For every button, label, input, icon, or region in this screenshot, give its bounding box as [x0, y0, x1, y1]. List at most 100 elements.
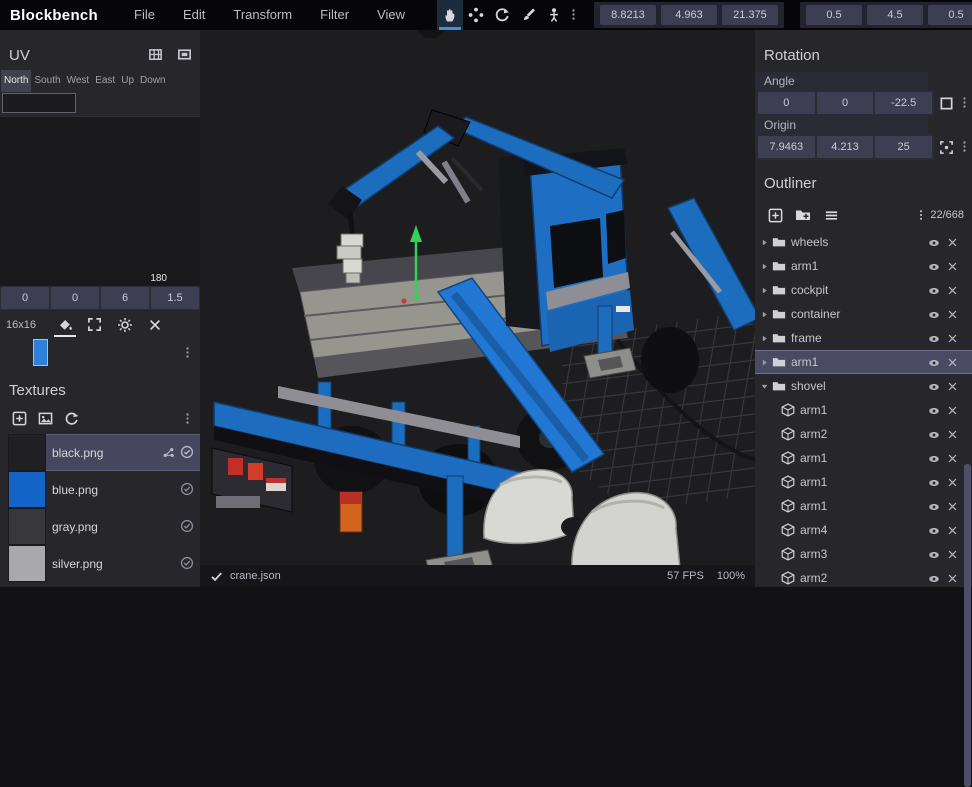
delete-x-icon[interactable]	[947, 427, 958, 441]
visibility-eye-icon[interactable]	[927, 331, 941, 345]
visibility-eye-icon[interactable]	[927, 451, 941, 465]
outliner-cube-arm1[interactable]: arm1	[755, 398, 972, 422]
position-field[interactable]: 4.963	[661, 5, 717, 25]
menu-item-transform[interactable]: Transform	[219, 0, 306, 30]
scale-field[interactable]: 4.5	[867, 5, 923, 25]
scale-field[interactable]: 0.5	[928, 5, 972, 25]
delete-x-icon[interactable]	[947, 331, 958, 345]
add-group-icon[interactable]	[789, 204, 817, 226]
texture-row-silver-png[interactable]: silver.png	[0, 545, 200, 582]
visibility-eye-icon[interactable]	[927, 475, 941, 489]
outliner-cube-arm1[interactable]: arm1	[755, 494, 972, 518]
outliner-cube-arm4[interactable]: arm4	[755, 518, 972, 542]
origin-field[interactable]: 7.9463	[758, 136, 815, 158]
texture-link-icon[interactable]	[162, 444, 175, 462]
expand-caret-icon[interactable]	[760, 307, 770, 321]
uv-grid-toggle-icon[interactable]	[148, 46, 163, 64]
uv-texture-input[interactable]	[2, 93, 76, 113]
add-cube-icon[interactable]	[761, 204, 789, 226]
outliner-scrollbar[interactable]	[964, 464, 971, 787]
uv-tab-west[interactable]: West	[64, 70, 93, 92]
uv-transform-field[interactable]: 6	[101, 287, 149, 309]
texture-enabled-icon[interactable]	[180, 444, 194, 462]
origin-target-icon[interactable]	[934, 136, 958, 158]
delete-x-icon[interactable]	[947, 283, 958, 297]
toolbar-overflow-icon[interactable]	[567, 6, 580, 24]
expand-caret-icon[interactable]	[760, 379, 770, 393]
origin-field[interactable]: 25	[875, 136, 932, 158]
uv-transform-field[interactable]: 0	[51, 287, 99, 309]
delete-x-icon[interactable]	[947, 475, 958, 489]
uv-settings-gear-icon[interactable]	[110, 313, 140, 337]
uv-frame-toggle-icon[interactable]	[177, 46, 192, 64]
menu-item-view[interactable]: View	[363, 0, 419, 30]
keyframe-square-icon[interactable]	[934, 92, 958, 114]
scale-field[interactable]: 0.5	[806, 5, 862, 25]
outliner-group-shovel[interactable]: shovel	[755, 374, 972, 398]
add-texture-icon[interactable]	[6, 408, 32, 430]
angle-field[interactable]: -22.5	[875, 92, 932, 114]
visibility-eye-icon[interactable]	[927, 403, 941, 417]
outliner-cube-arm1[interactable]: arm1	[755, 446, 972, 470]
move-tool[interactable]	[463, 0, 489, 30]
uv-overflow-icon[interactable]	[181, 344, 194, 362]
armature-tool[interactable]	[541, 0, 567, 30]
angle-field[interactable]: 0	[758, 92, 815, 114]
outliner-cube-arm1[interactable]: arm1	[755, 470, 972, 494]
outliner-group-frame[interactable]: frame	[755, 326, 972, 350]
outliner-group-arm1[interactable]: arm1	[755, 350, 972, 374]
visibility-eye-icon[interactable]	[927, 571, 941, 585]
texture-thumbnail[interactable]	[8, 508, 46, 545]
pan-tool[interactable]	[437, 0, 463, 30]
expand-caret-icon[interactable]	[760, 283, 770, 297]
uv-tab-south[interactable]: South	[31, 70, 63, 92]
angle-overflow-icon[interactable]	[958, 94, 968, 112]
delete-x-icon[interactable]	[947, 379, 958, 393]
outliner-group-wheels[interactable]: wheels	[755, 230, 972, 254]
import-texture-icon[interactable]	[32, 408, 58, 430]
texture-row-gray-png[interactable]: gray.png	[0, 508, 200, 545]
outliner-cube-arm2[interactable]: arm2	[755, 422, 972, 446]
angle-field[interactable]: 0	[817, 92, 874, 114]
visibility-eye-icon[interactable]	[927, 547, 941, 561]
delete-x-icon[interactable]	[947, 499, 958, 513]
delete-x-icon[interactable]	[947, 259, 958, 273]
expand-caret-icon[interactable]	[760, 259, 770, 273]
reload-textures-icon[interactable]	[58, 408, 84, 430]
delete-x-icon[interactable]	[947, 235, 958, 249]
delete-x-icon[interactable]	[947, 403, 958, 417]
visibility-eye-icon[interactable]	[927, 523, 941, 537]
expand-caret-icon[interactable]	[760, 235, 770, 249]
visibility-eye-icon[interactable]	[927, 307, 941, 321]
delete-x-icon[interactable]	[947, 451, 958, 465]
visibility-eye-icon[interactable]	[927, 427, 941, 441]
outliner-group-container[interactable]: container	[755, 302, 972, 326]
visibility-eye-icon[interactable]	[927, 355, 941, 369]
position-field[interactable]: 8.8213	[600, 5, 656, 25]
position-field[interactable]: 21.375	[722, 5, 778, 25]
texture-thumbnail[interactable]	[8, 434, 46, 471]
delete-x-icon[interactable]	[947, 547, 958, 561]
uv-tab-up[interactable]: Up	[118, 70, 137, 92]
paint-bucket-icon[interactable]	[50, 313, 80, 337]
active-color-swatch[interactable]	[33, 339, 48, 366]
visibility-eye-icon[interactable]	[927, 283, 941, 297]
origin-overflow-icon[interactable]	[958, 138, 968, 156]
texture-enabled-icon[interactable]	[180, 518, 194, 536]
rotate-tool[interactable]	[489, 0, 515, 30]
textures-overflow-icon[interactable]	[181, 410, 194, 428]
menu-item-file[interactable]: File	[120, 0, 169, 30]
uv-transform-field[interactable]: 0	[1, 287, 49, 309]
delete-x-icon[interactable]	[947, 355, 958, 369]
outliner-overflow-icon[interactable]	[915, 209, 927, 221]
visibility-eye-icon[interactable]	[927, 235, 941, 249]
delete-x-icon[interactable]	[947, 571, 958, 585]
expand-caret-icon[interactable]	[760, 331, 770, 345]
maximize-uv-icon[interactable]	[80, 313, 110, 337]
texture-enabled-icon[interactable]	[180, 555, 194, 573]
origin-field[interactable]: 4.213	[817, 136, 874, 158]
menu-item-filter[interactable]: Filter	[306, 0, 363, 30]
texture-row-black-png[interactable]: black.png	[0, 434, 200, 471]
uv-transform-field[interactable]: 1.5	[151, 287, 199, 309]
outliner-cube-arm3[interactable]: arm3	[755, 542, 972, 566]
